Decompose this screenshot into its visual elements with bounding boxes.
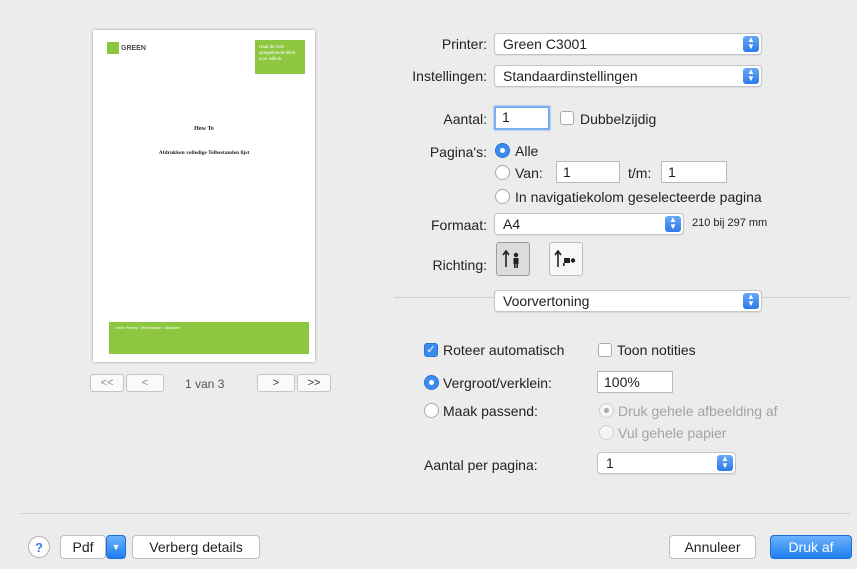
fit-whole-image-radio[interactable] (599, 403, 614, 418)
updown-arrows-icon: ▲ ▼ (743, 68, 759, 84)
preview-doc-subtitle: Afdrukken volledige Telbestanden lijst (158, 150, 250, 156)
fit-label: Maak passend: (443, 403, 538, 419)
paper-size-select[interactable]: A4 ▲ ▼ (494, 213, 684, 235)
scale-label: Vergroot/verklein: (443, 375, 552, 391)
show-notes-checkbox[interactable] (598, 343, 612, 357)
landscape-icon (554, 249, 576, 267)
paper-size-label: Formaat: (430, 217, 487, 233)
fill-paper-label: Vul gehele papier (618, 425, 727, 441)
fit-whole-image-label: Druk gehele afbeelding af (618, 403, 778, 419)
footer-divider (20, 513, 850, 514)
per-page-value: 1 (606, 455, 614, 471)
show-notes-label: Toon notities (617, 342, 696, 358)
updown-arrows-icon: ▲ ▼ (743, 36, 759, 52)
scale-field[interactable]: 100% (597, 371, 673, 393)
preview-badge: Haal de hele spiegelbeeld tekst voor afd… (255, 40, 305, 74)
next-page-button[interactable]: > (257, 374, 295, 392)
chevron-down-icon: ▼ (111, 542, 121, 552)
preview-footer: Green Printing · Telbestanden · Afdrukke… (109, 322, 309, 354)
first-page-button[interactable]: << (90, 374, 124, 392)
preview-logo: GREEN (107, 42, 177, 58)
per-page-select[interactable]: 1 ▲ ▼ (597, 452, 736, 474)
pages-selection-label: In navigatiekolom geselecteerde pagina (515, 189, 762, 205)
rotate-auto-label: Roteer automatisch (443, 342, 565, 358)
per-page-label: Aantal per pagina: (424, 457, 538, 473)
presets-value: Standaardinstellingen (503, 68, 638, 84)
rotate-auto-checkbox[interactable]: ✓ (424, 343, 438, 357)
pages-to-field[interactable]: 1 (661, 161, 727, 183)
pages-from-field[interactable]: 1 (556, 161, 620, 183)
section-value: Voorvertoning (503, 293, 590, 309)
pages-to-label: t/m: (628, 165, 652, 181)
hide-details-button[interactable]: Verberg details (132, 535, 260, 559)
pdf-button[interactable]: Pdf (60, 535, 106, 559)
pages-range-radio[interactable] (495, 165, 510, 180)
paper-dimensions: 210 bij 297 mm (692, 217, 768, 229)
printer-select[interactable]: Green C3001 ▲ ▼ (494, 33, 762, 55)
scale-radio[interactable] (424, 375, 439, 390)
portrait-icon (502, 249, 519, 268)
orientation-label: Richting: (432, 257, 487, 273)
printer-label: Printer: (441, 36, 487, 52)
updown-arrows-icon: ▲ ▼ (743, 293, 759, 309)
print-preview-page: GREEN Haal de hele spiegelbeeld tekst vo… (93, 30, 315, 362)
printer-value: Green C3001 (503, 36, 588, 52)
pages-from-label: Van: (515, 165, 543, 181)
pages-label: Pagina's: (429, 144, 487, 160)
cancel-button[interactable]: Annuleer (669, 535, 756, 559)
last-page-button[interactable]: >> (297, 374, 331, 392)
paper-size-value: A4 (503, 216, 521, 232)
copies-label: Aantal: (443, 111, 487, 127)
section-select[interactable]: Voorvertoning ▲ ▼ (494, 290, 762, 312)
page-indicator: 1 van 3 (185, 377, 225, 391)
presets-select[interactable]: Standaardinstellingen ▲ ▼ (494, 65, 762, 87)
updown-arrows-icon: ▲ ▼ (717, 455, 733, 471)
landscape-orientation-button[interactable] (549, 242, 583, 276)
help-button[interactable]: ? (28, 536, 50, 558)
pages-selection-radio[interactable] (495, 189, 510, 204)
copies-field[interactable]: 1 (494, 106, 550, 130)
print-button[interactable]: Druk af (770, 535, 852, 559)
settings-label: Instellingen: (412, 68, 487, 84)
pages-all-radio[interactable] (495, 143, 510, 158)
preview-doc-title: How To (194, 126, 214, 132)
pages-all-label: Alle (515, 143, 539, 159)
fill-paper-radio[interactable] (599, 425, 614, 440)
prev-page-button[interactable]: < (126, 374, 164, 392)
duplex-label: Dubbelzijdig (580, 111, 657, 127)
portrait-orientation-button[interactable] (496, 242, 530, 276)
pdf-menu-button[interactable]: ▼ (106, 535, 126, 559)
duplex-checkbox[interactable] (560, 111, 574, 125)
updown-arrows-icon: ▲ ▼ (665, 216, 681, 232)
fit-radio[interactable] (424, 403, 439, 418)
